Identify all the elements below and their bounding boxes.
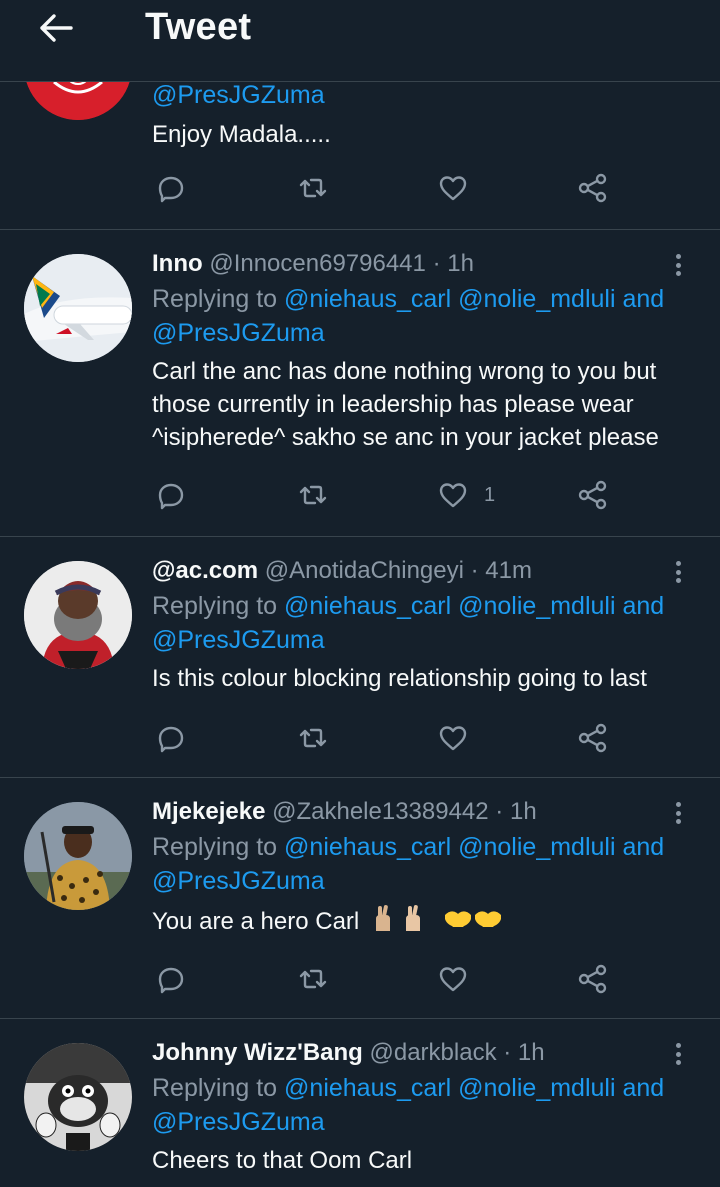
- share-icon[interactable]: [576, 718, 610, 758]
- mention-link[interactable]: @nolie_mdluli: [458, 1074, 615, 1102]
- user-handle[interactable]: @Zakhele13389442: [272, 798, 489, 825]
- separator: ·: [470, 557, 479, 584]
- like-button[interactable]: 1: [436, 475, 495, 515]
- tweet[interactable]: Mjekejeke @Zakhele13389442 · 1h Replying…: [0, 778, 720, 1019]
- display-name[interactable]: Mjekejeke: [152, 798, 265, 825]
- mention-link[interactable]: @PresJGZuma: [152, 1108, 325, 1136]
- tweet-text: Cheers to that Oom Carl: [152, 1147, 413, 1174]
- avatar[interactable]: [24, 802, 132, 910]
- mention-link[interactable]: @PresJGZuma: [152, 319, 325, 347]
- separator: ·: [432, 250, 441, 277]
- tweet-actions: 1: [152, 475, 632, 515]
- tweet-actions: [152, 718, 632, 758]
- separator: ·: [503, 1039, 512, 1066]
- tweet-actions: [152, 959, 632, 999]
- mention-link[interactable]: @niehaus_carl: [284, 592, 451, 620]
- display-name[interactable]: @ac.com: [152, 557, 258, 584]
- user-handle[interactable]: @AnotidaChingeyi: [265, 557, 464, 584]
- page-title: Tweet: [145, 6, 252, 48]
- mention-link[interactable]: @PresJGZuma: [152, 81, 325, 109]
- mention-link[interactable]: @nolie_mdluli: [458, 285, 615, 313]
- retweet-icon[interactable]: [296, 959, 330, 999]
- mention-link[interactable]: @niehaus_carl: [284, 1074, 451, 1102]
- tweet[interactable]: Inno @Innocen69796441 · 1h Replying to @…: [0, 230, 720, 537]
- user-handle[interactable]: @Innocen69796441: [209, 250, 426, 277]
- share-icon[interactable]: [576, 475, 610, 515]
- and-others-link[interactable]: and: [622, 592, 664, 620]
- tweet-actions: [152, 168, 632, 208]
- avatar[interactable]: [24, 254, 132, 362]
- mention-link[interactable]: @nolie_mdluli: [458, 833, 615, 861]
- tweet-text: Is this colour blocking relationship goi…: [152, 665, 647, 692]
- separator: ·: [495, 798, 504, 825]
- retweet-icon[interactable]: [296, 718, 330, 758]
- like-icon[interactable]: [436, 959, 470, 999]
- replying-label: Replying to: [152, 592, 278, 620]
- retweet-icon[interactable]: [296, 475, 330, 515]
- tweet[interactable]: @ac.com @AnotidaChingeyi · 41m Replying …: [0, 537, 720, 778]
- reply-icon[interactable]: [154, 168, 188, 208]
- timestamp[interactable]: 1h: [447, 250, 474, 277]
- retweet-icon[interactable]: [296, 168, 330, 208]
- handshake-emoji-icon: [443, 903, 503, 942]
- avatar[interactable]: [24, 561, 132, 669]
- and-others-link[interactable]: and: [622, 1074, 664, 1102]
- user-handle[interactable]: @darkblack: [370, 1039, 497, 1066]
- tweet-text: Carl the anc has done nothing wrong to y…: [152, 358, 659, 451]
- tweet-text: You are a hero Carl: [152, 907, 360, 935]
- share-icon[interactable]: [576, 959, 610, 999]
- display-name[interactable]: Johnny Wizz'Bang: [152, 1039, 363, 1066]
- display-name[interactable]: Inno: [152, 250, 203, 277]
- crossed-fingers-emoji-icon: [370, 903, 432, 942]
- reply-icon[interactable]: [154, 718, 188, 758]
- timestamp[interactable]: 41m: [485, 557, 532, 584]
- mention-link[interactable]: @PresJGZuma: [152, 867, 325, 895]
- like-count: 1: [484, 483, 496, 506]
- mention-link[interactable]: @nolie_mdluli: [458, 592, 615, 620]
- mention-link[interactable]: @niehaus_carl: [284, 833, 451, 861]
- replying-label: Replying to: [152, 833, 278, 861]
- replying-label: Replying to: [152, 1074, 278, 1102]
- reply-icon[interactable]: [154, 475, 188, 515]
- tweet-text-line: You are a hero Carl: [152, 903, 680, 942]
- mention-link[interactable]: @PresJGZuma: [152, 626, 325, 654]
- like-icon[interactable]: [436, 168, 470, 208]
- tweet-text: Enjoy Madala.....: [152, 121, 331, 148]
- like-icon[interactable]: [436, 718, 470, 758]
- timestamp[interactable]: 1h: [510, 798, 537, 825]
- share-icon[interactable]: [576, 168, 610, 208]
- replying-label: Replying to: [152, 285, 278, 313]
- and-others-link[interactable]: and: [622, 285, 664, 313]
- back-arrow-icon[interactable]: [34, 10, 78, 46]
- timestamp[interactable]: 1h: [518, 1039, 545, 1066]
- mention-link[interactable]: @niehaus_carl: [284, 285, 451, 313]
- tweet[interactable]: Johnny Wizz'Bang @darkblack · 1h Replyin…: [0, 1019, 720, 1187]
- avatar[interactable]: [24, 1043, 132, 1151]
- top-bar: Tweet: [0, 0, 720, 82]
- like-icon: [439, 483, 467, 508]
- and-others-link[interactable]: and: [622, 833, 664, 861]
- reply-icon[interactable]: [154, 959, 188, 999]
